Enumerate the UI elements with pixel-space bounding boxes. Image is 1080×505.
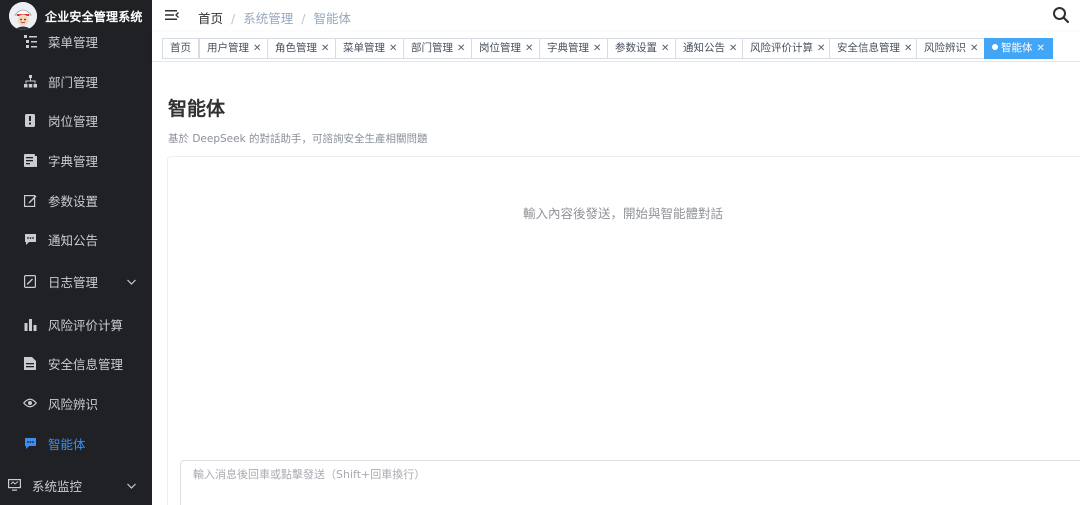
edit-icon bbox=[23, 193, 37, 207]
tag-label: 角色管理 bbox=[275, 42, 317, 54]
empty-hint: 輸入內容後發送，開始與智能體對話 bbox=[522, 206, 723, 221]
sidebar-item-label: 安全信息管理 bbox=[48, 356, 124, 372]
sidebar-item-label: 部门管理 bbox=[48, 74, 99, 90]
sidebar-item-monitor[interactable]: 系统监控 bbox=[0, 466, 152, 504]
tree-icon bbox=[23, 74, 37, 88]
chat-icon bbox=[23, 436, 37, 450]
page-title: 智能体 bbox=[168, 98, 226, 120]
close-icon[interactable]: ✕ bbox=[525, 43, 533, 54]
eye-icon bbox=[23, 396, 37, 410]
sidebar-item-label: 岗位管理 bbox=[48, 113, 99, 129]
close-icon[interactable]: ✕ bbox=[253, 43, 261, 54]
tag-menu[interactable]: 菜单管理 ✕ bbox=[335, 38, 406, 59]
brand[interactable]: 企业安全管理系统 bbox=[0, 0, 152, 32]
tag-home[interactable]: 首页 bbox=[162, 38, 199, 59]
close-icon[interactable]: ✕ bbox=[817, 43, 825, 54]
sidebar-item-dict[interactable]: 字典管理 bbox=[0, 141, 152, 179]
sidebar-item-label: 菜单管理 bbox=[48, 34, 99, 50]
tag-agent[interactable]: 智能体 ✕ bbox=[984, 38, 1053, 59]
close-icon[interactable]: ✕ bbox=[970, 43, 978, 54]
sidebar-item-safety-info[interactable]: 安全信息管理 bbox=[0, 344, 152, 382]
tag-label: 安全信息管理 bbox=[837, 42, 900, 54]
app-root: 企业安全管理系统 菜单管理 部门管理 岗位管理 字典管理 参数设置 通知公告 日… bbox=[0, 0, 1080, 505]
sidebar-item-label: 日志管理 bbox=[48, 274, 99, 290]
tag-label: 通知公告 bbox=[683, 42, 725, 54]
close-icon[interactable]: ✕ bbox=[457, 43, 465, 54]
tag-risk-eval[interactable]: 风险评价计算 ✕ bbox=[742, 38, 834, 59]
close-icon[interactable]: ✕ bbox=[1037, 43, 1045, 54]
tag-label: 岗位管理 bbox=[479, 42, 521, 54]
logo bbox=[9, 2, 37, 30]
tag-risk-identify[interactable]: 风险辨识 ✕ bbox=[916, 38, 987, 59]
sidebar-item-label: 参数设置 bbox=[48, 193, 99, 209]
monitor-icon bbox=[7, 478, 21, 492]
tag-label: 风险评价计算 bbox=[750, 42, 813, 54]
tags-view: 首页 用户管理 ✕ 角色管理 ✕ 菜单管理 ✕ 部门管理 ✕ 岗位管理 ✕ 字典管理 ✕ 参… bbox=[152, 32, 1080, 62]
tag-label: 首页 bbox=[170, 42, 191, 54]
active-dot bbox=[992, 44, 998, 50]
close-icon[interactable]: ✕ bbox=[729, 43, 737, 54]
dict-icon bbox=[23, 153, 37, 167]
breadcrumb-current: 智能体 bbox=[313, 11, 351, 26]
breadcrumb-system: 系统管理 bbox=[243, 11, 294, 26]
sidebar-item-notice[interactable]: 通知公告 bbox=[0, 220, 152, 258]
close-icon[interactable]: ✕ bbox=[661, 43, 669, 54]
message-input[interactable] bbox=[180, 460, 1080, 505]
sidebar-item-label: 风险辨识 bbox=[48, 396, 99, 412]
breadcrumb-separator: / bbox=[231, 11, 236, 26]
chevron-down-icon bbox=[127, 274, 136, 289]
sidebar-item-risk-identify[interactable]: 风险辨识 bbox=[0, 384, 152, 422]
sidebar-item-risk-eval[interactable]: 风险评价计算 bbox=[0, 305, 152, 343]
sidebar-item-post[interactable]: 岗位管理 bbox=[0, 101, 152, 139]
sidebar-item-label: 通知公告 bbox=[48, 232, 99, 248]
tag-label: 部门管理 bbox=[411, 42, 453, 54]
close-icon[interactable]: ✕ bbox=[321, 43, 329, 54]
page-subtitle: 基於 DeepSeek 的對話助手，可諮詢安全生產相關問題 bbox=[168, 133, 428, 145]
tag-label: 用户管理 bbox=[207, 42, 249, 54]
tag-user[interactable]: 用户管理 ✕ bbox=[199, 38, 270, 59]
sidebar-item-label: 风险评价计算 bbox=[48, 317, 124, 333]
breadcrumb-separator: / bbox=[301, 11, 306, 26]
tag-notice[interactable]: 通知公告 ✕ bbox=[675, 38, 746, 59]
sidebar-item-label: 系统监控 bbox=[32, 478, 83, 494]
search-icon[interactable] bbox=[1052, 6, 1070, 24]
tag-safety-info[interactable]: 安全信息管理 ✕ bbox=[829, 38, 921, 59]
tag-label: 智能体 bbox=[1001, 42, 1033, 54]
sidebar: 企业安全管理系统 菜单管理 部门管理 岗位管理 字典管理 参数设置 通知公告 日… bbox=[0, 0, 152, 505]
post-icon bbox=[23, 113, 37, 127]
chart-icon bbox=[23, 317, 37, 331]
sidebar-item-label: 字典管理 bbox=[48, 153, 99, 169]
tag-role[interactable]: 角色管理 ✕ bbox=[267, 38, 338, 59]
sidebar-item-label: 智能体 bbox=[48, 436, 86, 452]
brand-title: 企业安全管理系统 bbox=[45, 10, 143, 24]
tag-dept[interactable]: 部门管理 ✕ bbox=[403, 38, 474, 59]
tag-label: 字典管理 bbox=[547, 42, 589, 54]
tag-post[interactable]: 岗位管理 ✕ bbox=[471, 38, 542, 59]
tag-dict[interactable]: 字典管理 ✕ bbox=[539, 38, 610, 59]
tag-label: 菜单管理 bbox=[343, 42, 385, 54]
sidebar-item-config[interactable]: 参数设置 bbox=[0, 181, 152, 219]
hamburger-icon[interactable] bbox=[164, 7, 180, 23]
tag-label: 参数设置 bbox=[615, 42, 657, 54]
tree-table-icon bbox=[23, 34, 37, 48]
breadcrumb: 首页 / 系统管理 / 智能体 bbox=[198, 8, 351, 27]
tag-label: 风险辨识 bbox=[924, 42, 966, 54]
chevron-down-icon bbox=[127, 478, 136, 493]
chat-message-area[interactable]: 輸入內容後發送，開始與智能體對話 bbox=[167, 156, 1080, 505]
close-icon[interactable]: ✕ bbox=[904, 43, 912, 54]
document-icon bbox=[23, 356, 37, 370]
sidebar-item-dept[interactable]: 部门管理 bbox=[0, 62, 152, 100]
sidebar-item-agent[interactable]: 智能体 bbox=[0, 424, 152, 462]
breadcrumb-home[interactable]: 首页 bbox=[198, 11, 223, 26]
close-icon[interactable]: ✕ bbox=[593, 43, 601, 54]
tag-config[interactable]: 参数设置 ✕ bbox=[607, 38, 678, 59]
main-content: 智能体 基於 DeepSeek 的對話助手，可諮詢安全生產相關問題 輸入內容後發… bbox=[152, 62, 1080, 505]
log-icon bbox=[23, 274, 37, 288]
sidebar-item-log[interactable]: 日志管理 bbox=[0, 262, 152, 300]
message-icon bbox=[23, 232, 37, 246]
navbar: 首页 / 系统管理 / 智能体 bbox=[152, 0, 1080, 32]
close-icon[interactable]: ✕ bbox=[389, 43, 397, 54]
